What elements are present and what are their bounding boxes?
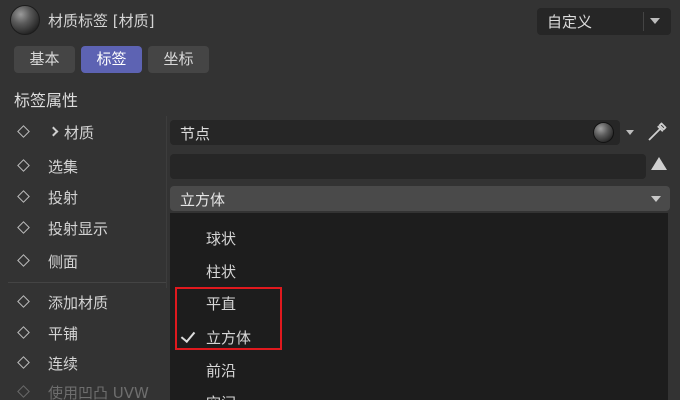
material-preview-icon[interactable]: [593, 122, 614, 143]
menu-item-spatial[interactable]: 空间: [170, 385, 668, 400]
projection-select-value: 立方体: [180, 191, 226, 209]
menu-item-spherical[interactable]: 球状: [170, 221, 668, 253]
property-row-use-bump-uvw[interactable]: 使用凹凸 UVW: [0, 378, 170, 400]
column-divider: [166, 116, 167, 288]
keyframe-diamond-icon[interactable]: [17, 221, 30, 234]
keyframe-diamond-icon[interactable]: [17, 125, 30, 138]
property-label: 投射显示: [48, 220, 109, 238]
panel-header: 材质标签 [材质] 自定义: [0, 0, 680, 42]
chevron-down-icon: [650, 18, 660, 24]
keyframe-diamond-icon[interactable]: [17, 326, 30, 339]
menu-item-label: 空间: [206, 392, 236, 400]
keyframe-diamond-icon[interactable]: [17, 356, 30, 369]
property-label: 材质: [64, 124, 95, 142]
preset-value: 自定义: [547, 13, 593, 31]
property-row-selection[interactable]: 选集: [0, 152, 170, 180]
property-label: 投射: [48, 189, 79, 207]
tab-coordinates[interactable]: 坐标: [148, 46, 209, 73]
chevron-down-icon[interactable]: [626, 130, 634, 135]
preset-separator: [643, 12, 644, 31]
material-link-value: 节点: [180, 125, 211, 143]
menu-item-label: 球状: [206, 230, 237, 248]
menu-item-cylindrical[interactable]: 柱状: [170, 254, 668, 286]
property-row-add-material[interactable]: 添加材质: [0, 288, 170, 316]
property-row-projection[interactable]: 投射: [0, 183, 170, 211]
property-label: 连续: [48, 355, 79, 373]
menu-item-label: 前沿: [206, 362, 237, 380]
section-title: 标签属性: [14, 91, 79, 110]
tab-basic[interactable]: 基本: [14, 46, 75, 73]
material-link-field[interactable]: 节点: [170, 120, 620, 145]
section-divider: [8, 282, 166, 283]
keyframe-diamond-icon[interactable]: [17, 159, 30, 172]
projection-select[interactable]: 立方体: [170, 186, 670, 211]
material-sphere-icon: [10, 5, 40, 35]
property-row-tile[interactable]: 平铺: [0, 319, 170, 347]
tab-tag[interactable]: 标签: [81, 46, 142, 73]
property-label: 选集: [48, 158, 79, 176]
preset-dropdown[interactable]: 自定义: [537, 8, 671, 35]
menu-item-label: 柱状: [206, 263, 237, 281]
keyframe-diamond-icon[interactable]: [17, 295, 30, 308]
panel-title: 材质标签 [材质]: [48, 12, 155, 30]
selection-pick-arrow-icon[interactable]: [651, 157, 667, 170]
property-label: 侧面: [48, 253, 79, 271]
property-row-side[interactable]: 侧面: [0, 247, 170, 275]
property-row-projection-display[interactable]: 投射显示: [0, 214, 170, 242]
keyframe-diamond-icon[interactable]: [17, 190, 30, 203]
menu-item-frontal[interactable]: 前沿: [170, 353, 668, 385]
property-label: 使用凹凸 UVW: [48, 384, 149, 400]
chevron-right-icon[interactable]: [48, 126, 59, 137]
property-row-material[interactable]: 材质: [0, 118, 170, 146]
property-label: 平铺: [48, 325, 79, 343]
selection-field[interactable]: [170, 154, 646, 179]
eyedropper-icon[interactable]: [645, 120, 669, 144]
keyframe-diamond-icon[interactable]: [17, 254, 30, 267]
property-row-seamless[interactable]: 连续: [0, 349, 170, 377]
annotation-highlight-box: [175, 287, 282, 350]
property-label: 添加材质: [48, 294, 109, 312]
keyframe-diamond-icon[interactable]: [17, 385, 30, 398]
chevron-down-icon: [651, 196, 661, 202]
